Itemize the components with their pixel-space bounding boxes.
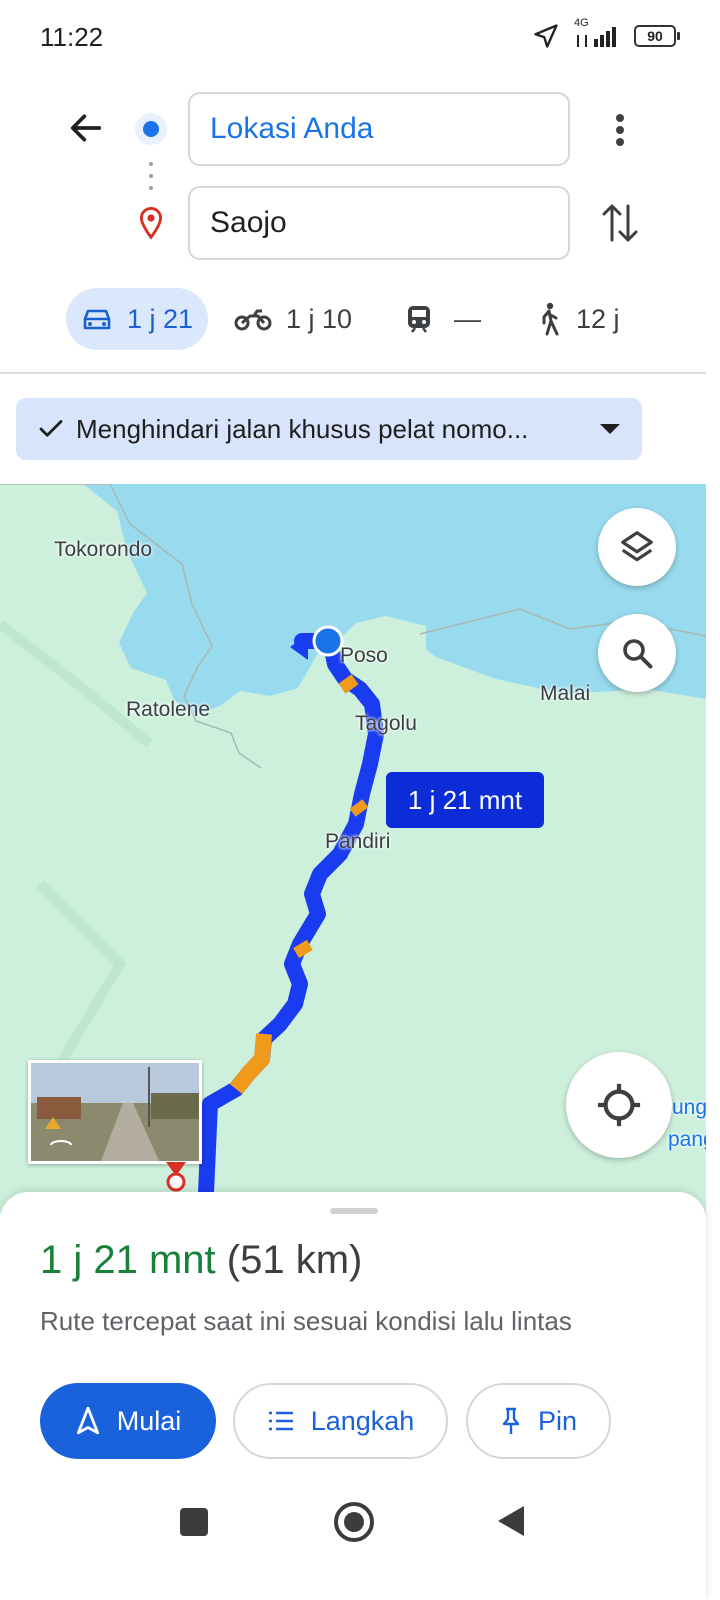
place-label: pang — [668, 1128, 706, 1151]
status-time: 11:22 — [40, 22, 104, 52]
destination-input[interactable]: Saojo — [188, 186, 570, 260]
triangle-back-icon — [498, 1506, 524, 1536]
route-duration: 1 j 21 mnt (51 km) — [40, 1238, 362, 1283]
route-options-label: Menghindari jalan khusus pelat nomo... — [76, 413, 529, 444]
start-button-label: Mulai — [116, 1405, 182, 1436]
map-search-button[interactable] — [598, 614, 676, 692]
check-icon — [39, 420, 63, 437]
route-options-chip[interactable]: Menghindari jalan khusus pelat nomo... — [16, 398, 642, 460]
map-view[interactable]: Tokorondo Poso Malai Ratolene Tagolu Pan… — [0, 484, 706, 1214]
route-distance: (51 km) — [226, 1238, 363, 1282]
mode-walk-label: 12 j — [576, 303, 620, 334]
my-location-button[interactable] — [566, 1052, 672, 1158]
train-icon — [408, 306, 430, 333]
mode-tab-walk[interactable]: 12 j — [536, 288, 620, 350]
crosshair-icon — [597, 1083, 641, 1127]
status-icons: 4G 90 — [532, 17, 680, 50]
duration-value: 1 j 21 mnt — [40, 1238, 216, 1282]
dropdown-arrow-icon — [600, 424, 620, 434]
street-view-image — [31, 1063, 199, 1161]
walk-icon — [542, 302, 559, 336]
navigation-arrow-icon — [76, 1406, 99, 1435]
more-vert-icon — [616, 114, 624, 146]
steps-button[interactable]: Langkah — [233, 1383, 448, 1459]
swap-button[interactable] — [600, 200, 640, 251]
recents-button[interactable] — [180, 1508, 208, 1536]
location-arrow-icon — [534, 24, 558, 48]
place-label: Pandiri — [325, 830, 391, 853]
origin-dot-icon — [134, 112, 168, 151]
route-dots-icon — [148, 160, 154, 197]
steps-button-label: Langkah — [310, 1405, 415, 1436]
header-divider — [0, 372, 706, 374]
mode-transit-label: — — [454, 303, 481, 334]
back-button[interactable] — [66, 108, 106, 153]
search-icon — [623, 639, 653, 669]
mode-tab-motorcycle[interactable]: 1 j 10 — [234, 288, 352, 350]
more-options-button[interactable] — [606, 110, 634, 155]
system-back-button[interactable] — [496, 1504, 526, 1543]
battery-icon: 90 — [634, 25, 680, 47]
place-label: ung — [672, 1096, 706, 1119]
layers-icon — [621, 531, 653, 562]
street-view-thumbnail[interactable] — [28, 1060, 202, 1164]
swap-vert-icon — [602, 204, 638, 242]
place-label: Tagolu — [355, 712, 417, 735]
place-label: Malai — [540, 682, 591, 705]
mode-car-label: 1 j 21 — [126, 303, 194, 334]
back-arrow-icon — [70, 114, 102, 142]
route-description: Rute tercepat saat ini sesuai kondisi la… — [40, 1306, 572, 1336]
sheet-drag-handle[interactable] — [330, 1208, 378, 1214]
mode-motorcycle-label: 1 j 10 — [286, 303, 353, 334]
signal-icon: 4G — [574, 17, 620, 49]
place-label: Poso — [340, 644, 388, 667]
layers-button[interactable] — [598, 508, 676, 586]
eta-bubble[interactable]: 1 j 21 mnt — [386, 772, 544, 828]
place-label: Tokorondo — [54, 538, 153, 561]
start-button[interactable]: Mulai — [40, 1383, 216, 1459]
car-icon — [83, 309, 111, 330]
network-label: 4G — [574, 17, 589, 29]
home-button[interactable] — [334, 1502, 374, 1542]
destination-pin-icon — [136, 206, 166, 247]
pin-button-label: Pin — [537, 1405, 578, 1436]
origin-input[interactable]: Lokasi Anda — [188, 92, 570, 166]
list-icon — [268, 1411, 293, 1431]
motorcycle-icon — [234, 309, 272, 331]
pin-button[interactable]: Pin — [466, 1383, 611, 1459]
mode-tab-transit[interactable]: — — [406, 288, 481, 350]
place-label: Ratolene — [126, 698, 211, 721]
pin-icon — [502, 1407, 520, 1434]
mode-tab-car[interactable]: 1 j 21 — [66, 288, 208, 350]
